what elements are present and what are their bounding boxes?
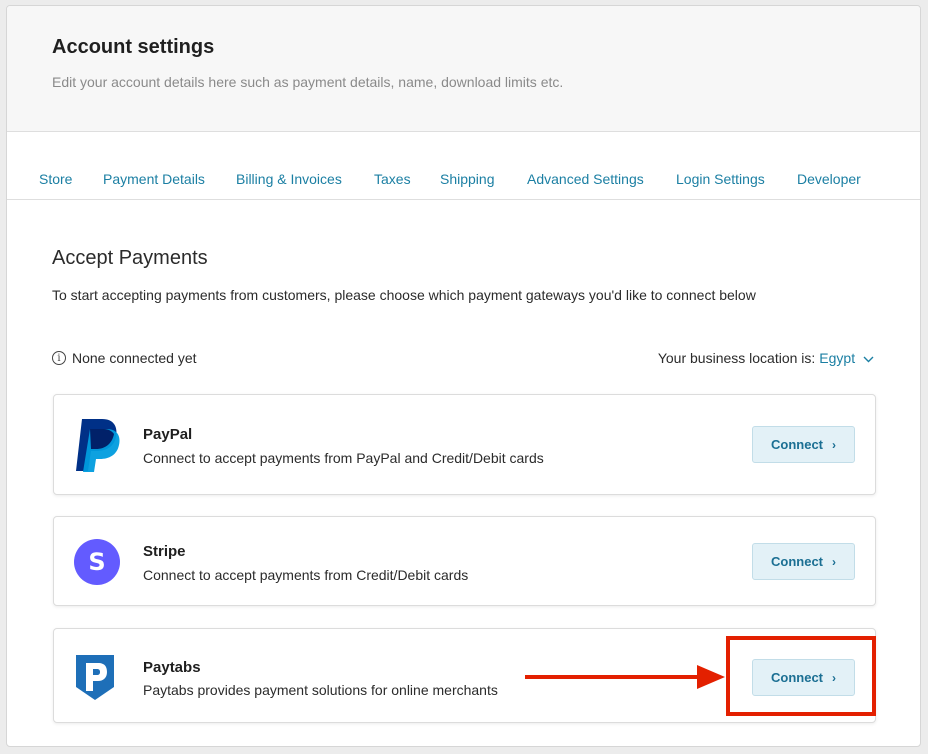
- info-icon: i: [52, 351, 66, 365]
- section-title: Accept Payments: [52, 247, 208, 269]
- paypal-logo-icon: [76, 419, 120, 472]
- gateway-description: Connect to accept payments from PayPal a…: [143, 450, 544, 466]
- annotation-arrow-icon: [525, 665, 725, 689]
- tab-advanced-settings[interactable]: Advanced Settings: [527, 171, 644, 187]
- tab-taxes[interactable]: Taxes: [374, 171, 411, 187]
- annotation-highlight-box: [726, 636, 876, 716]
- paytabs-logo-icon: [76, 655, 114, 700]
- tab-developer[interactable]: Developer: [797, 171, 861, 187]
- stripe-logo-icon: S: [74, 539, 120, 585]
- chevron-down-icon: [863, 356, 874, 363]
- tab-store[interactable]: Store: [39, 171, 72, 187]
- page-title: Account settings: [52, 36, 215, 58]
- business-location: Your business location is: Egypt: [658, 350, 874, 366]
- business-location-select[interactable]: Egypt: [819, 350, 874, 366]
- tab-payment-details[interactable]: Payment Details: [103, 171, 205, 187]
- page-subtitle: Edit your account details here such as p…: [52, 74, 564, 90]
- gateway-name: PayPal: [143, 426, 193, 443]
- connect-button-label: Connect: [771, 554, 823, 569]
- settings-tabs: Store Payment Details Billing & Invoices…: [7, 132, 920, 200]
- section-subtitle: To start accepting payments from custome…: [52, 287, 756, 303]
- gateway-card-stripe: S Stripe Connect to accept payments from…: [53, 516, 876, 606]
- gateway-description: Paytabs provides payment solutions for o…: [143, 682, 498, 698]
- chevron-right-icon: ›: [832, 437, 836, 452]
- tab-shipping[interactable]: Shipping: [440, 171, 495, 187]
- connect-button-label: Connect: [771, 437, 823, 452]
- business-location-country: Egypt: [819, 350, 856, 366]
- tab-login-settings[interactable]: Login Settings: [676, 171, 765, 187]
- gateway-name: Paytabs: [143, 659, 201, 676]
- gateway-card-paypal: PayPal Connect to accept payments from P…: [53, 394, 876, 495]
- chevron-right-icon: ›: [832, 554, 836, 569]
- tab-billing-invoices[interactable]: Billing & Invoices: [236, 171, 342, 187]
- gateway-description: Connect to accept payments from Credit/D…: [143, 567, 469, 583]
- business-location-label: Your business location is:: [657, 350, 816, 366]
- svg-text:S: S: [88, 548, 105, 576]
- connect-stripe-button[interactable]: Connect ›: [752, 543, 855, 580]
- settings-header: Account settings Edit your account detai…: [7, 6, 920, 132]
- connection-status-text: None connected yet: [72, 350, 197, 366]
- connection-status: i None connected yet: [52, 350, 197, 366]
- connect-paypal-button[interactable]: Connect ›: [752, 426, 855, 463]
- gateway-name: Stripe: [143, 543, 186, 560]
